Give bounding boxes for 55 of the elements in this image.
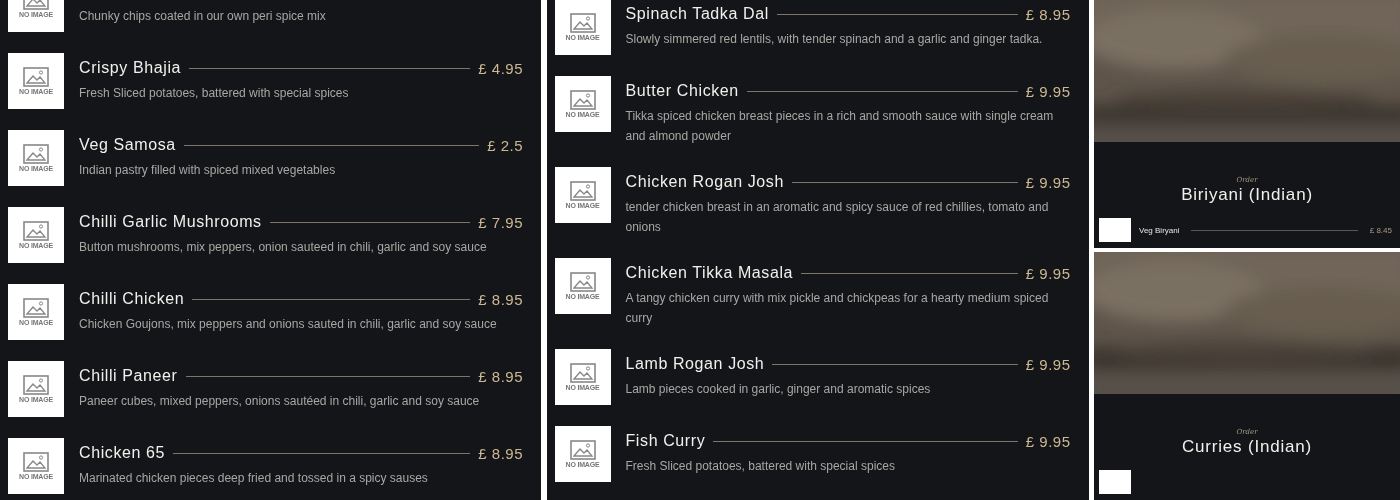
image-placeholder-icon bbox=[23, 67, 49, 87]
dish-name: Chicken Rogan Josh bbox=[625, 173, 784, 191]
dish-price: £ 4.95 bbox=[478, 59, 523, 77]
dish-name: Butter Chicken bbox=[625, 82, 739, 100]
dish-price: £ 7.95 bbox=[478, 213, 523, 231]
dish-price: £ 8.45 bbox=[1369, 225, 1392, 235]
dish-thumbnail bbox=[1099, 218, 1131, 242]
dish-name: Chilli Chicken bbox=[79, 290, 185, 308]
dish-name: Crispy Bhajia bbox=[79, 59, 182, 77]
dish-price: £ 9.95 bbox=[1025, 173, 1071, 191]
dish-description: Fresh Sliced potatoes, battered with special spices bbox=[79, 85, 350, 102]
dish-description: Button mushrooms, mix peppers, onion sauteed in chili, garlic and soy sauce bbox=[79, 239, 488, 256]
dish-description: Indian pastry filled with spiced mixed vegetables bbox=[79, 162, 337, 179]
dish-description: Lamb pieces cooked in garlic, ginger and aromatic spices bbox=[625, 381, 932, 398]
dish-description: A tangy chicken curry with mix pickle and chickpeas for a hearty medium spiced curry bbox=[625, 290, 1050, 327]
dish-price: £ 2.5 bbox=[487, 136, 523, 154]
category-title: Biriyani (Indian) bbox=[1181, 185, 1313, 205]
image-placeholder-icon bbox=[23, 144, 49, 164]
dish-description: Slowly simmered red lentils, with tender spinach and a garlic and ginger tadka. bbox=[625, 31, 1044, 48]
image-placeholder-icon bbox=[569, 13, 596, 33]
image-placeholder-icon bbox=[569, 272, 596, 292]
dish-description: tender chicken breast in an aromatic and spicy sauce of red chillies, tomato and onions bbox=[625, 199, 1050, 236]
dish-price: £ 8.95 bbox=[478, 444, 523, 462]
dish-description: Tikka spiced chicken breast pieces in a rich and smooth sauce with single cream and almond powder bbox=[625, 108, 1055, 145]
image-placeholder-icon bbox=[569, 440, 596, 460]
dish-price: £ 8.95 bbox=[1025, 5, 1071, 23]
image-placeholder-icon bbox=[23, 452, 49, 472]
dish-price: £ 9.95 bbox=[1025, 82, 1071, 100]
dish-description: Chunky chips coated in our own peri spice mix bbox=[79, 8, 327, 25]
image-placeholder-icon bbox=[23, 298, 49, 318]
dish-name: Spinach Tadka Dal bbox=[625, 5, 769, 23]
category-title: Curries (Indian) bbox=[1182, 437, 1312, 457]
dish-name: Lamb Rogan Josh bbox=[625, 355, 765, 373]
image-placeholder-icon bbox=[569, 363, 596, 383]
image-placeholder-icon bbox=[23, 221, 49, 241]
dish-description: Chicken Goujons, mix peppers and onions sauted in chili, garlic and soy sauce bbox=[79, 316, 498, 333]
dish-price: £ 9.95 bbox=[1025, 432, 1071, 450]
dish-name: Chilli Garlic Mushrooms bbox=[79, 213, 262, 231]
image-placeholder-icon bbox=[23, 375, 49, 395]
dish-price: £ 9.95 bbox=[1025, 264, 1071, 282]
dish-price: £ 9.95 bbox=[1025, 355, 1071, 373]
dish-description: Paneer cubes, mixed peppers, onions sautéed in chili, garlic and soy sauce bbox=[79, 393, 481, 410]
dish-name: Fish Curry bbox=[625, 432, 706, 450]
dish-description: Fresh Sliced potatoes, battered with special spices bbox=[625, 458, 896, 475]
image-placeholder-icon bbox=[569, 90, 596, 110]
dish-thumbnail bbox=[1099, 470, 1131, 494]
dish-name: Chicken Tikka Masala bbox=[625, 264, 794, 282]
dish-name: Veg Biryani bbox=[1139, 225, 1180, 235]
dish-description: Marinated chicken pieces deep fried and tossed in a spicy sauses bbox=[79, 470, 429, 487]
dish-price: £ 8.95 bbox=[478, 290, 523, 308]
dish-price: £ 8.95 bbox=[478, 367, 523, 385]
dish-name: Chicken 65 bbox=[79, 444, 166, 462]
dish-name: Veg Samosa bbox=[79, 136, 176, 154]
image-placeholder-icon bbox=[569, 181, 596, 201]
dish-name: Chilli Paneer bbox=[79, 367, 178, 385]
